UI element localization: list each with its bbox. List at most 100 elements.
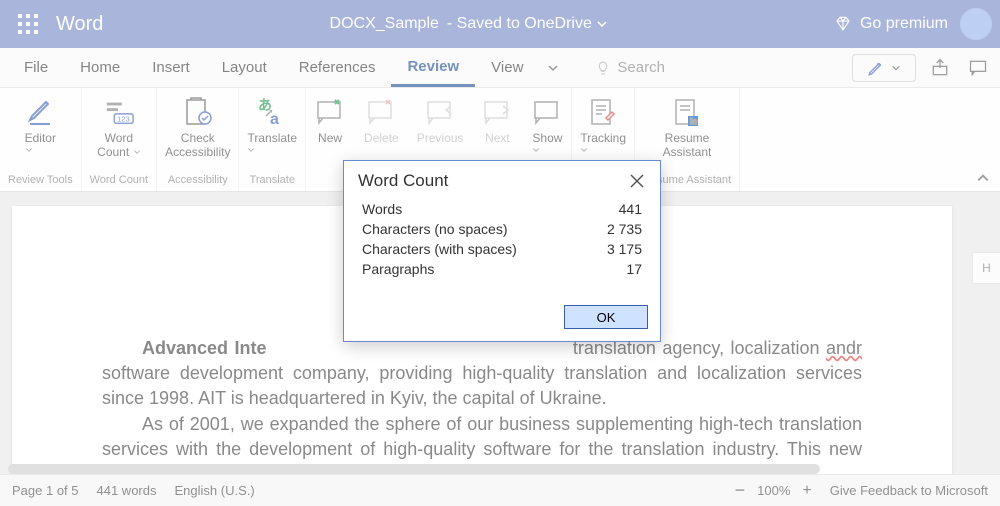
tab-review[interactable]: Review [391,48,475,87]
ok-button[interactable]: OK [564,305,648,329]
ribbon-label: New [318,132,342,146]
zoom-in-button[interactable]: + [802,482,811,500]
accessibility-icon [182,96,214,128]
show-comments-icon [531,96,563,128]
language-status[interactable]: English (U.S.) [174,483,254,498]
stat-value: 441 [619,201,642,217]
ribbon-resume-assistant-button[interactable]: in Resume Assistant [663,96,712,160]
chevron-down-icon [891,63,901,73]
doc-heading: Advanced Inte [142,338,266,358]
stat-value: 2 735 [607,221,642,237]
doc-text: software development company, providing … [102,363,862,408]
stat-row: Characters (no spaces) 2 735 [362,219,642,239]
new-comment-icon [314,96,346,128]
ribbon-group-label: Review Tools [8,172,73,189]
previous-comment-icon [424,96,456,128]
svg-text:123: 123 [117,114,130,123]
tab-layout[interactable]: Layout [206,48,283,87]
ribbon-previous-comment-button: Previous [417,96,464,146]
chevron-down-icon [596,18,608,30]
go-premium-button[interactable]: Go premium [834,15,948,33]
svg-text:a: a [270,111,279,128]
saved-location: - Saved to OneDrive [447,15,592,33]
stat-row: Words 441 [362,199,642,219]
delete-comment-icon [365,96,397,128]
editing-mode-button[interactable] [852,54,916,82]
ribbon-label: Tracking [580,131,626,145]
ribbon-check-accessibility-button[interactable]: Check Accessibility [165,96,230,160]
share-button[interactable] [926,54,954,82]
ribbon-translate-button[interactable]: あa Translate [247,96,297,154]
tab-home[interactable]: Home [64,48,136,87]
editor-icon [24,96,56,128]
dialog-body: Words 441 Characters (no spaces) 2 735 Cha… [344,199,660,287]
user-avatar[interactable] [960,8,992,40]
tab-strip: File Home Insert Layout References Revie… [0,48,1000,88]
ribbon-editor-button[interactable]: Editor [24,96,56,154]
stat-label: Characters (with spaces) [362,241,517,257]
word-count-dialog: Word Count Words 441 Characters (no space… [343,160,661,342]
search-box[interactable]: Search [595,59,665,76]
diamond-icon [834,15,852,33]
pen-icon [867,59,885,77]
ribbon-word-count-button[interactable]: 123 Word Count [97,96,140,160]
stat-row: Characters (with spaces) 3 175 [362,239,642,259]
premium-label: Go premium [860,15,948,33]
ribbon-next-comment-button: Next [481,96,513,146]
ribbon-group-label: Accessibility [168,172,228,189]
ribbon-delete-comment-button: Delete [364,96,399,146]
ribbon-group-label: Translate [250,172,295,189]
ribbon-label: Show [532,131,562,145]
ribbon-label: Editor [25,131,56,145]
tab-references[interactable]: References [283,48,392,87]
app-launcher-icon[interactable] [8,14,48,34]
ribbon-label: Check Accessibility [165,132,230,160]
side-tab-label: H [982,261,991,275]
word-count-icon: 123 [103,96,135,128]
status-bar: Page 1 of 5 441 words English (U.S.) − 1… [0,474,1000,506]
translate-icon: あa [256,96,288,128]
page-number-status[interactable]: Page 1 of 5 [12,483,79,498]
ribbon-label: Previous [417,132,464,146]
stat-label: Words [362,201,402,217]
search-label: Search [617,59,665,76]
horizontal-scrollbar[interactable] [8,464,820,474]
stat-value: 3 175 [607,241,642,257]
comments-button[interactable] [964,54,992,82]
stat-label: Characters (no spaces) [362,221,508,237]
collapse-ribbon-button[interactable] [966,171,1000,191]
zoom-out-button[interactable]: − [735,480,746,501]
app-name: Word [56,13,103,36]
feedback-link[interactable]: Give Feedback to Microsoft [830,483,988,498]
title-bar: Word DOCX_Sample - Saved to OneDrive Go … [0,0,1000,48]
document-title[interactable]: DOCX_Sample - Saved to OneDrive [103,15,834,33]
dialog-title: Word Count [358,171,448,191]
zoom-value: 100% [757,483,790,498]
ribbon-show-comments-button[interactable]: Show [531,96,563,154]
zoom-controls: − 100% + [735,480,812,501]
more-tabs-chevron[interactable] [539,62,567,74]
ribbon-label: Next [485,132,510,146]
stat-row: Paragraphs 17 [362,259,642,279]
ribbon-label: Delete [364,132,399,146]
document-body: Advanced Inte translation agency, locali… [102,336,862,474]
tab-file[interactable]: File [8,48,64,87]
ribbon-label: Resume Assistant [663,132,712,160]
misspelled-word: andr [826,338,862,358]
resume-assistant-icon: in [671,96,703,128]
doc-name: DOCX_Sample [330,15,439,33]
tab-insert[interactable]: Insert [136,48,206,87]
dialog-close-button[interactable] [628,172,646,190]
ribbon-tracking-button[interactable]: Tracking [580,96,626,154]
ribbon-new-comment-button[interactable]: New [314,96,346,146]
tab-view[interactable]: View [475,48,539,87]
stat-value: 17 [626,261,642,277]
side-tab-handle[interactable]: H [972,252,1000,284]
word-count-status[interactable]: 441 words [97,483,157,498]
ribbon-group-label: Word Count [90,172,149,189]
ribbon-label: Translate [247,131,297,145]
lightbulb-icon [595,60,611,76]
stat-label: Paragraphs [362,261,434,277]
next-comment-icon [481,96,513,128]
ribbon-label: Word Count [97,131,133,159]
